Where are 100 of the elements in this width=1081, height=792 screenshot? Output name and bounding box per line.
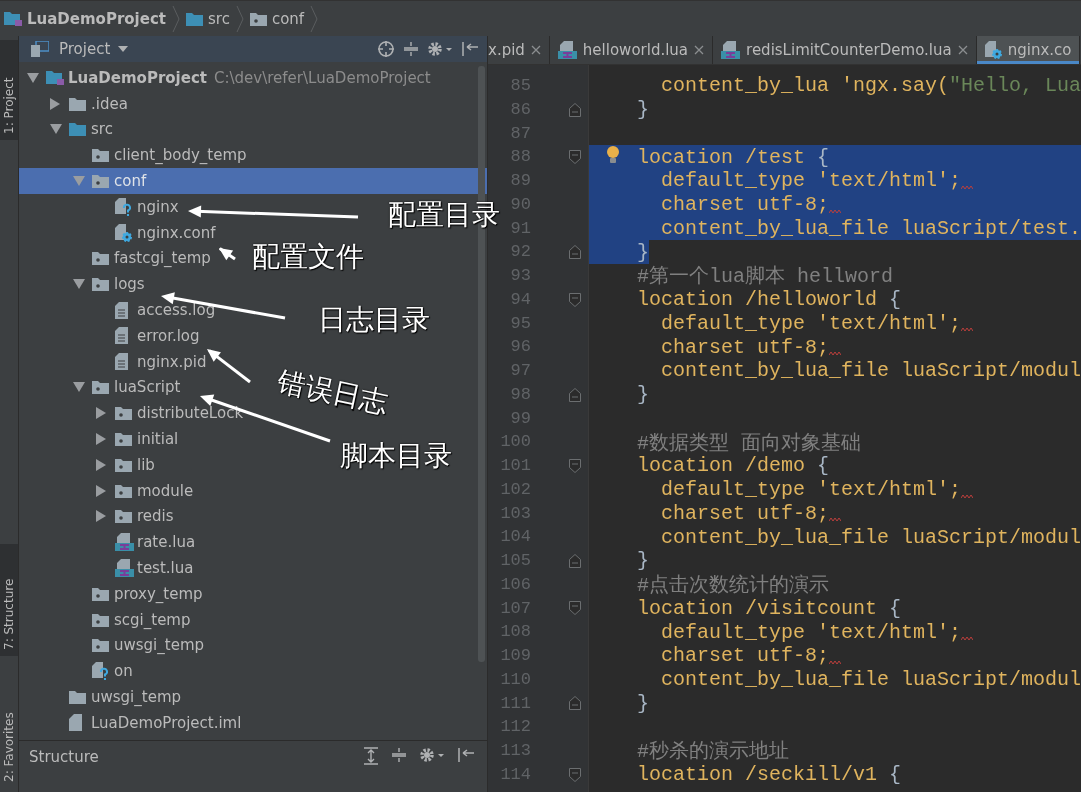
tree-item[interactable]: nginx.conf [96, 219, 216, 246]
code-line: default_type 'text/html'; [660, 169, 962, 193]
folder-icon [115, 483, 132, 498]
collapse-icon[interactable] [391, 747, 407, 763]
tree-item[interactable]: luaScript [73, 374, 181, 401]
annotation-label: 配置目录 [388, 197, 500, 233]
tree-item[interactable]: src [50, 116, 113, 143]
project-folder-icon [4, 11, 22, 26]
close-icon[interactable] [530, 45, 541, 55]
folder-icon [92, 251, 109, 266]
code-line: #点击次数统计的演示 [637, 573, 829, 599]
tree-item[interactable]: uwsgi_temp [73, 632, 205, 659]
code-line: charset utf-8; [660, 193, 830, 217]
fold-marker-icon[interactable] [569, 601, 581, 616]
fold-marker-icon[interactable] [569, 767, 581, 782]
tree-item[interactable]: distributeLock [96, 400, 244, 427]
code-line: content_by_lua_file luaScript/test. [660, 216, 1081, 240]
dropdown-icon[interactable] [118, 46, 129, 52]
fold-marker-icon[interactable] [569, 387, 581, 402]
tree-item[interactable]: conf [73, 168, 147, 194]
fold-marker-icon[interactable] [569, 553, 581, 568]
close-icon[interactable] [694, 45, 705, 55]
expanded-arrow-icon[interactable] [50, 124, 62, 135]
collapsed-arrow-icon[interactable] [96, 458, 106, 471]
text-file-icon [115, 301, 128, 319]
editor-tab[interactable]: nginx.co [976, 36, 1081, 64]
code-line: content_by_lua_file luaScript/modul [660, 525, 1081, 549]
code-line: default_type 'text/html'; [660, 311, 962, 335]
tree-item[interactable]: initial [96, 426, 179, 452]
tool-window-tab[interactable]: 1: Project [0, 40, 18, 140]
hide-icon[interactable] [457, 747, 475, 763]
collapsed-arrow-icon[interactable] [96, 433, 106, 446]
file-gear-icon [984, 41, 1002, 59]
annotation-arrow [218, 247, 236, 261]
folder-icon [115, 432, 132, 447]
tree-item[interactable]: proxy_temp [73, 580, 203, 607]
tree-item[interactable]: LuaDemoProject [27, 65, 207, 91]
project-folder-icon [46, 70, 64, 86]
code-line: #数据类型 面向对象基础 [637, 430, 861, 456]
settings-icon[interactable] [427, 41, 453, 57]
code-line: charset utf-8; [660, 644, 830, 668]
editor-tab[interactable]: redisLimitCounterDemo.lua [713, 36, 977, 64]
code-line: default_type 'text/html'; [660, 478, 962, 502]
collapsed-arrow-icon[interactable] [96, 510, 106, 523]
tree-item[interactable]: redis [96, 503, 174, 530]
expanded-arrow-icon[interactable] [73, 279, 85, 290]
code-line: location /seckill/v1 { [637, 763, 902, 787]
tree-item[interactable]: nginx.pid [96, 348, 207, 375]
code-line: content_by_lua_file luaScript/modul [660, 359, 1081, 383]
collapsed-arrow-icon[interactable] [96, 484, 106, 497]
annotation-label: 脚本目录 [340, 438, 452, 474]
tool-window-tab[interactable]: 2: Favorites [0, 680, 18, 788]
tree-item[interactable]: error.log [96, 322, 200, 349]
expanded-arrow-icon[interactable] [73, 382, 85, 393]
code-line: charset utf-8; [660, 501, 830, 525]
tree-item[interactable]: test.lua [96, 555, 194, 581]
fold-marker-icon[interactable] [569, 292, 581, 307]
tree-item[interactable]: fastcgi_temp [73, 245, 211, 272]
breadcrumb-item[interactable]: conf [249, 9, 305, 28]
collapse-icon[interactable] [403, 41, 419, 57]
tree-item[interactable]: logs [73, 271, 145, 298]
tree-item[interactable]: on [73, 658, 133, 685]
tree-item[interactable]: nginx [96, 194, 179, 220]
collapsed-arrow-icon[interactable] [50, 97, 60, 110]
tool-window-tab[interactable]: 7: Structure [0, 544, 18, 656]
editor-tab[interactable]: helloworld.lua [549, 36, 714, 64]
code-line: location /test { [637, 145, 830, 169]
fold-marker-icon[interactable] [569, 102, 581, 117]
folder-icon [115, 406, 132, 421]
expanded-arrow-icon[interactable] [27, 72, 39, 83]
tree-item[interactable]: LuaDemoProject.iml [50, 709, 242, 736]
collapsed-arrow-icon[interactable] [96, 407, 106, 420]
breadcrumb-item[interactable]: LuaDemoProject [4, 9, 166, 28]
folder-icon [69, 96, 86, 111]
panel-title[interactable]: Project [59, 40, 111, 58]
tree-item[interactable]: uwsgi_temp [50, 684, 182, 710]
fold-marker-icon[interactable] [569, 150, 581, 165]
locate-icon[interactable] [377, 40, 395, 58]
fold-marker-icon[interactable] [569, 458, 581, 473]
hide-icon[interactable] [461, 41, 479, 57]
editor-tab[interactable]: x.pid [488, 36, 550, 64]
fold-marker-icon[interactable] [569, 696, 581, 711]
annotation-arrow [207, 349, 251, 384]
lightbulb-icon[interactable] [606, 145, 620, 166]
file-question-icon [115, 197, 131, 216]
close-icon[interactable] [957, 45, 968, 55]
tree-item[interactable]: client_body_temp [73, 142, 247, 169]
settings-icon[interactable] [419, 747, 445, 763]
breadcrumb-item[interactable]: src [186, 9, 230, 28]
tree-item[interactable]: access.log [96, 297, 216, 323]
tree-item[interactable]: lib [96, 451, 155, 478]
code-line: } [637, 691, 649, 715]
tree-item[interactable]: scgi_temp [73, 606, 191, 633]
lua-file-icon [721, 41, 741, 59]
code-line: #第一个lua脚本 hellword [637, 264, 894, 290]
tree-item[interactable]: module [96, 477, 194, 504]
tree-item[interactable]: .idea [50, 90, 128, 117]
fold-marker-icon[interactable] [569, 245, 581, 260]
expand-icon[interactable] [363, 747, 379, 765]
tree-item[interactable]: rate.lua [96, 529, 196, 556]
